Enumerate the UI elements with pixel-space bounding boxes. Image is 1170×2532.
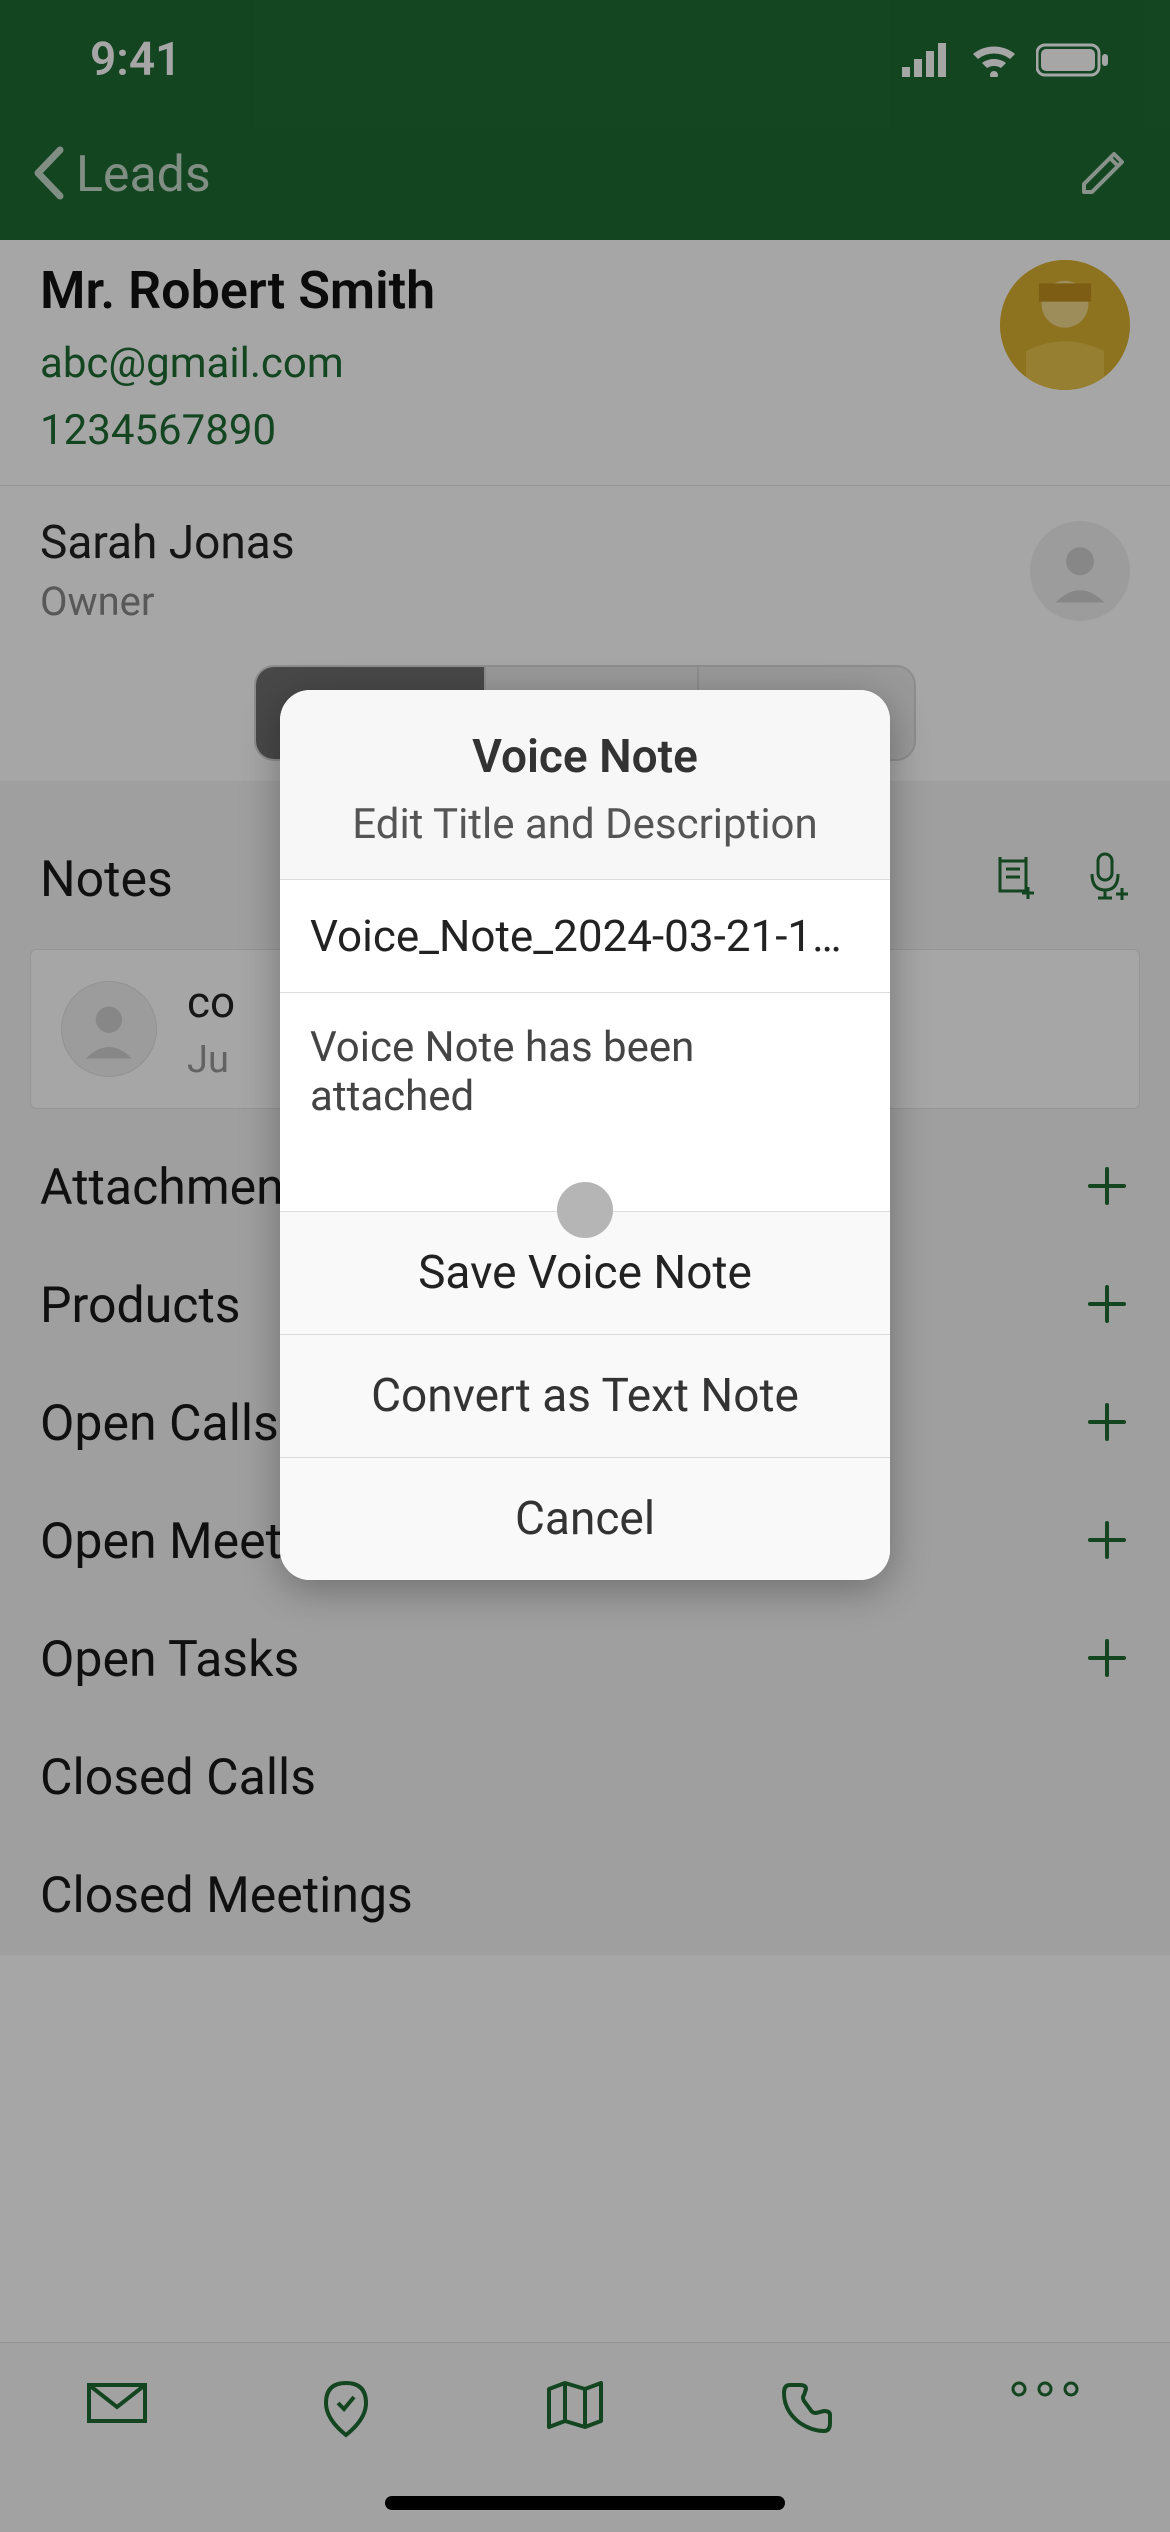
modal-title: Voice Note — [310, 730, 860, 784]
home-indicator[interactable] — [385, 2496, 785, 2510]
convert-text-note-button[interactable]: Convert as Text Note — [280, 1335, 890, 1458]
voice-note-modal: Voice Note Edit Title and Description Vo… — [280, 690, 890, 1580]
voice-note-description-input[interactable]: Voice Note has been attached — [280, 993, 890, 1212]
touch-indicator — [557, 1182, 613, 1238]
voice-note-title-input[interactable]: Voice_Note_2024-03-21-12-... — [280, 880, 890, 993]
modal-header: Voice Note Edit Title and Description — [280, 690, 890, 880]
modal-subtitle: Edit Title and Description — [310, 800, 860, 849]
cancel-button[interactable]: Cancel — [280, 1458, 890, 1580]
